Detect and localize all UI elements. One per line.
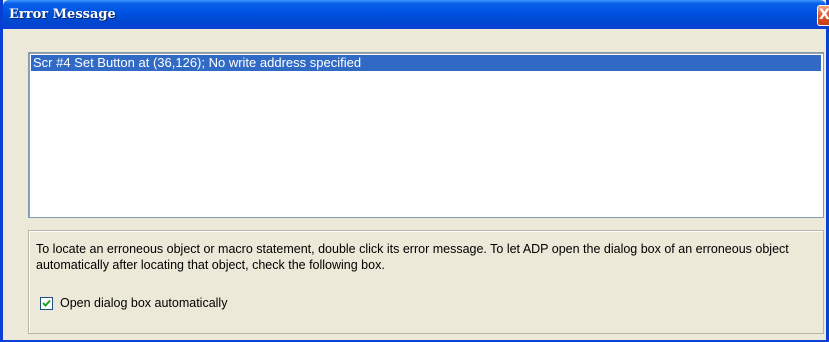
error-list-item[interactable]: Scr #4 Set Button at (36,126); No write … [31,55,821,71]
instructions-text: To locate an erroneous object or macro s… [36,242,789,272]
info-panel: To locate an erroneous object or macro s… [28,230,824,334]
open-dialog-checkbox-label[interactable]: Open dialog box automatically [60,296,227,310]
close-icon: X [819,7,829,23]
open-dialog-option[interactable]: Open dialog box automatically [40,295,227,311]
error-message-dialog: Error Message X Scr #4 Set Button at (36… [0,0,829,342]
close-button[interactable]: X [817,5,829,26]
window-title: Error Message [9,7,116,22]
title-bar[interactable]: Error Message X [3,0,829,29]
checkmark-icon [42,299,51,307]
open-dialog-checkbox[interactable] [40,296,53,310]
error-list[interactable]: Scr #4 Set Button at (36,126); No write … [28,52,824,218]
